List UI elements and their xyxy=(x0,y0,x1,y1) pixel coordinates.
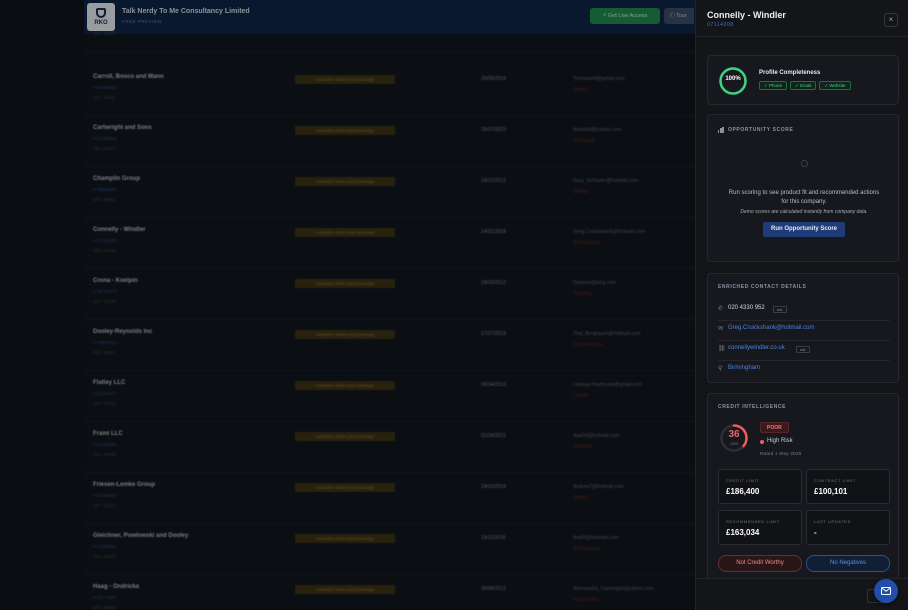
message-fab[interactable] xyxy=(874,579,898,603)
contract-limit-label: CONTRACT LIMIT xyxy=(814,478,856,483)
link-icon: ⛓ xyxy=(718,346,726,352)
recommended-limit-label: RECOMMENDED LIMIT xyxy=(726,519,780,524)
close-button[interactable]: × xyxy=(884,13,898,27)
contact-row-email: ✉ Greg.Cruickshank@hotmail.com xyxy=(718,322,890,341)
phone-icon: ✆ xyxy=(718,306,724,312)
opportunity-note: Demo scores are calculated instantly fro… xyxy=(740,209,868,215)
drawer-title: Connelly - Windler xyxy=(707,10,786,20)
credit-limit-value: £186,400 xyxy=(726,487,760,496)
rating-badge: POOR xyxy=(760,422,789,433)
last-updated-stat: LAST UPDATED - xyxy=(806,510,890,545)
credit-limit-stat: CREDIT LIMIT £186,400 xyxy=(718,469,802,504)
company-number[interactable]: 07114208 xyxy=(707,22,733,28)
risk-dot-icon xyxy=(760,440,764,444)
target-icon xyxy=(801,160,808,167)
completeness-chips: ✓ Phone ✓ Email ✓ Website xyxy=(759,81,851,90)
credit-score-max: /100 xyxy=(730,441,738,446)
phone-value[interactable]: 020 4330 952 xyxy=(728,305,765,311)
website-est-badge: est. xyxy=(796,346,811,353)
website-link[interactable]: connellywindler.co.uk xyxy=(728,345,785,351)
email-link[interactable]: Greg.Cruickshank@hotmail.com xyxy=(728,325,814,331)
bar-chart-icon xyxy=(718,127,724,133)
not-credit-worthy-button[interactable]: Not Credit Worthy xyxy=(718,555,802,572)
recommended-limit-stat: RECOMMENDED LIMIT £163,034 xyxy=(718,510,802,545)
opportunity-score-card: OPPORTUNITY SCORE Run scoring to see pro… xyxy=(707,114,899,262)
rated-date: Rated 1 May 2026 xyxy=(760,451,802,456)
mail-icon: ✉ xyxy=(718,326,724,332)
contact-row-phone: ✆ 020 4330 952 est. xyxy=(718,302,890,321)
profile-completeness-card: 100% Profile Completeness ✓ Phone ✓ Emai… xyxy=(707,55,899,105)
chip-phone: ✓ Phone xyxy=(759,81,788,90)
no-negatives-button[interactable]: No Negatives xyxy=(806,555,890,572)
opportunity-description: Run scoring to see product fit and recom… xyxy=(728,190,880,205)
credit-heading: CREDIT INTELLIGENCE xyxy=(718,404,787,410)
credit-score-ring: 36 /100 xyxy=(719,423,749,453)
run-opportunity-score-button[interactable]: Run Opportunity Score xyxy=(763,222,845,237)
contact-row-location: ⚲ Birmingham xyxy=(718,362,890,381)
location-link[interactable]: Birmingham xyxy=(728,365,760,371)
overlay-scrim[interactable] xyxy=(0,0,695,610)
chip-website: ✓ Website xyxy=(819,81,851,90)
profile-completeness-title: Profile Completeness xyxy=(759,70,821,76)
completeness-percent: 100% xyxy=(725,76,741,82)
contact-heading: ENRICHED CONTACT DETAILS xyxy=(718,284,807,290)
last-updated-label: LAST UPDATED xyxy=(814,519,852,524)
company-detail-drawer: Connelly - Windler 07114208 × 100% Profi… xyxy=(695,0,908,610)
contract-limit-value: £100,101 xyxy=(814,487,848,496)
last-updated-value: - xyxy=(814,528,817,537)
phone-est-badge: est. xyxy=(773,306,788,313)
header-divider xyxy=(696,36,908,37)
enriched-contact-card: ENRICHED CONTACT DETAILS ✆ 020 4330 952 … xyxy=(707,273,899,383)
credit-score: 36 xyxy=(728,429,740,440)
contact-row-website: ⛓ connellywindler.co.uk est. xyxy=(718,342,890,361)
completeness-ring: 100% xyxy=(718,66,748,96)
app-root: RKO Talk Nerdy To Me Consultancy Limited… xyxy=(0,0,908,610)
credit-limit-label: CREDIT LIMIT xyxy=(726,478,760,483)
opportunity-score-heading: OPPORTUNITY SCORE xyxy=(728,127,794,133)
contract-limit-stat: CONTRACT LIMIT £100,101 xyxy=(806,469,890,504)
chip-email: ✓ Email xyxy=(790,81,817,90)
location-pin-icon: ⚲ xyxy=(718,366,723,372)
risk-level: High Risk xyxy=(767,438,793,444)
credit-intelligence-card: CREDIT INTELLIGENCE 36 /100 POOR High Ri… xyxy=(707,393,899,579)
envelope-icon xyxy=(881,587,891,595)
recommended-limit-value: £163,034 xyxy=(726,528,760,537)
